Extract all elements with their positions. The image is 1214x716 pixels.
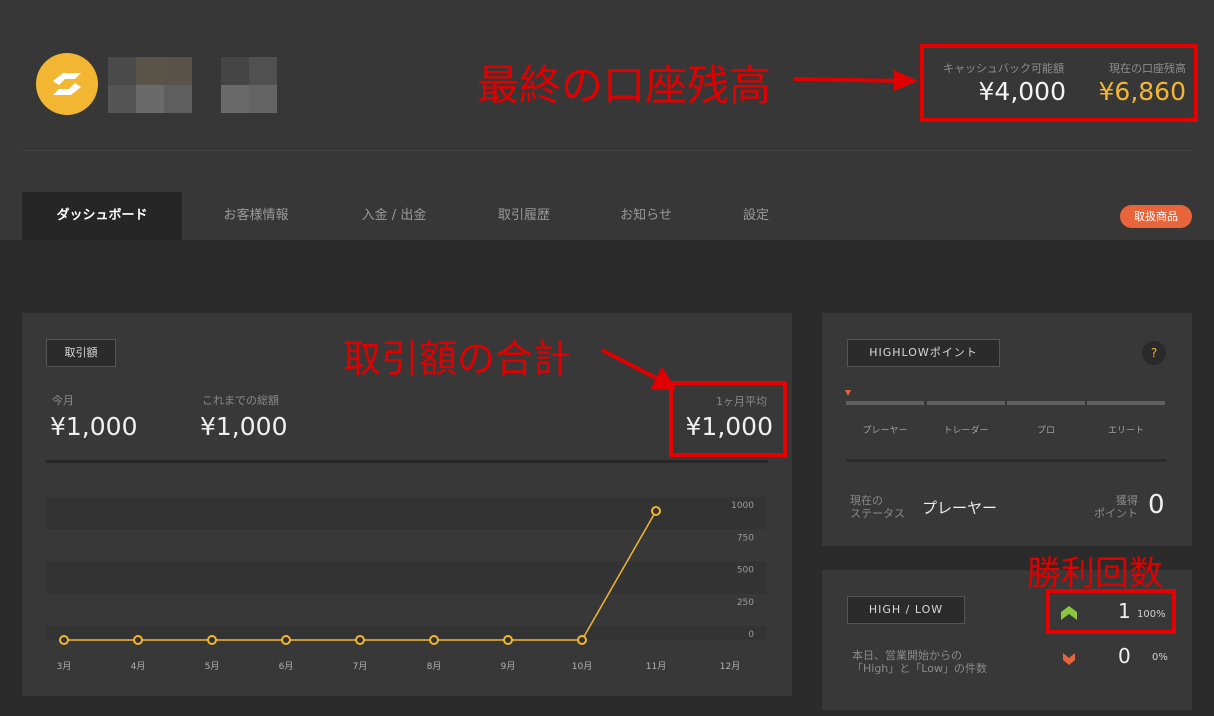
low-arrow-icon	[1063, 650, 1075, 669]
chart-point	[59, 635, 69, 645]
chart-x-tick-label: 10月	[572, 661, 592, 672]
products-button[interactable]: 取扱商品	[1120, 205, 1192, 228]
chart-grid-band	[46, 561, 766, 594]
chart-point	[281, 635, 291, 645]
chart-point	[133, 635, 143, 645]
help-icon[interactable]: ?	[1142, 341, 1166, 365]
chart-point	[503, 635, 513, 645]
low-count: 0	[1118, 644, 1131, 668]
logo-icon	[53, 73, 81, 95]
trade-chart: 0 250 500 750 1000 3月 4月 5月 6月 7月 8月 9月 10月 11月 12月	[46, 497, 766, 672]
annotation-arrow-balance	[794, 70, 918, 91]
this-month-label: 今月	[52, 394, 74, 407]
annotation-wins: 勝利回数	[1027, 554, 1163, 594]
chart-x-tick-label: 11月	[646, 661, 666, 672]
chart-x-tick-label: 9月	[501, 661, 516, 672]
points-value: 0	[1148, 490, 1165, 520]
total-value: ¥1,000	[200, 412, 288, 441]
chart-x-tick-label: 5月	[205, 661, 220, 672]
tab-dashboard[interactable]: ダッシュボード	[22, 192, 182, 240]
balance-value: ¥6,860	[1098, 77, 1186, 106]
level-bar-pro	[1007, 401, 1085, 405]
level-marker-icon	[845, 390, 851, 396]
chart-x-tick-label: 6月	[279, 661, 294, 672]
logo[interactable]	[36, 53, 98, 115]
status-label: 現在の ステータス	[850, 494, 905, 520]
chart-point	[207, 635, 217, 645]
average-value: ¥1,000	[685, 412, 773, 441]
chart-point	[651, 506, 661, 516]
chart-y-tick-label: 1000	[731, 501, 754, 511]
high-percent: 100%	[1137, 609, 1166, 620]
level-label-player: プレーヤー	[862, 426, 908, 436]
cashback-label: キャッシュバック可能額	[943, 62, 1064, 75]
chart-x-tick-label: 8月	[427, 661, 442, 672]
average-highlight: 1ヶ月平均 ¥1,000	[669, 381, 787, 457]
status-value: プレーヤー	[922, 499, 998, 517]
chart-point	[577, 635, 587, 645]
trade-amount-tag: 取引額	[46, 339, 116, 367]
stats-divider	[46, 460, 768, 463]
chart-y-tick-label: 500	[737, 566, 754, 576]
average-label: 1ヶ月平均	[716, 395, 767, 408]
high-arrow-icon	[1061, 605, 1077, 624]
chart-grid-band	[46, 626, 766, 640]
username-redacted	[108, 57, 192, 113]
chart-point	[355, 635, 365, 645]
chart-y-tick-label: 0	[748, 630, 754, 640]
level-label-pro: プロ	[1036, 426, 1055, 436]
tab-customer-info[interactable]: お客様情報	[186, 192, 326, 240]
chart-x-tick-label: 12月	[720, 661, 740, 672]
chart-x-tick-label: 4月	[131, 661, 146, 672]
high-low-description: 本日、営業開始からの 「High」と「Low」の件数	[852, 649, 987, 675]
total-label: これまでの総額	[202, 394, 279, 407]
level-bar-elite	[1087, 401, 1165, 405]
level-bar-player	[846, 401, 924, 405]
tab-trade-history[interactable]: 取引履歴	[462, 192, 586, 240]
low-percent: 0%	[1152, 652, 1168, 663]
tab-settings[interactable]: 設定	[706, 192, 806, 240]
high-count: 1	[1118, 599, 1131, 623]
header-divider	[22, 150, 1192, 151]
points-label: 獲得 ポイント	[1094, 494, 1138, 520]
tab-deposit-withdraw[interactable]: 入金 / 出金	[326, 192, 462, 240]
balance-highlight: キャッシュバック可能額 ¥4,000 現在の口座残高 ¥6,860	[920, 44, 1198, 122]
level-label-trader: トレーダー	[943, 426, 989, 436]
chart-y-tick-label: 250	[737, 598, 754, 608]
tab-notices[interactable]: お知らせ	[586, 192, 706, 240]
this-month-value: ¥1,000	[50, 412, 138, 441]
chart-point	[429, 635, 439, 645]
points-divider	[846, 459, 1166, 462]
level-label-elite: エリート	[1107, 426, 1144, 436]
username-redacted-2	[221, 57, 277, 113]
high-low-tag: HIGH / LOW	[847, 596, 965, 624]
level-bar-trader	[927, 401, 1005, 405]
chart-x-tick-label: 3月	[57, 661, 72, 672]
cashback-value: ¥4,000	[978, 77, 1066, 106]
annotation-arrow-trade	[601, 348, 676, 390]
annotation-trade-total: 取引額の合計	[343, 337, 572, 381]
balance-label: 現在の口座残高	[1109, 62, 1186, 75]
highlow-points-tag: HIGHLOWポイント	[847, 339, 1000, 367]
chart-y-tick-label: 750	[737, 533, 754, 543]
chart-x-tick-label: 7月	[353, 661, 368, 672]
annotation-balance: 最終の口座残高	[477, 61, 772, 110]
